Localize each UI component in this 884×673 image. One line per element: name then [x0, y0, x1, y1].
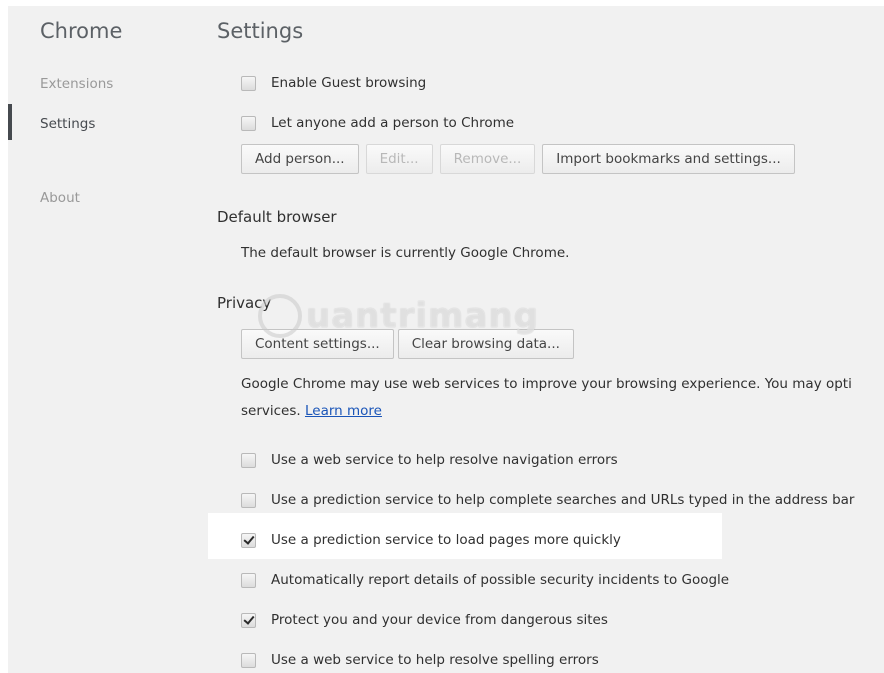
safe-browsing-checkbox[interactable]	[241, 612, 256, 628]
spelling-service-checkbox[interactable]	[241, 652, 256, 668]
page-prediction-checkbox[interactable]	[241, 532, 256, 548]
guest-browsing-checkbox[interactable]	[241, 75, 256, 91]
security-report-checkbox[interactable]	[241, 572, 256, 588]
spelling-service-label: Use a web service to help resolve spelli…	[271, 652, 599, 668]
privacy-option[interactable]: Use a prediction service to load pages m…	[241, 532, 621, 548]
add-person-anyone-label: Let anyone add a person to Chrome	[271, 115, 515, 131]
active-nav-indicator	[8, 104, 12, 140]
nav-errors-checkbox[interactable]	[241, 452, 256, 468]
screenshot-frame: Chrome Extensions Settings About Setting…	[0, 0, 884, 673]
privacy-option[interactable]: Use a prediction service to help complet…	[241, 492, 854, 508]
sidebar-item-about[interactable]: About	[40, 190, 80, 206]
content-settings-button[interactable]: Content settings...	[241, 329, 394, 359]
import-bookmarks-button[interactable]: Import bookmarks and settings...	[542, 144, 795, 174]
security-report-label: Automatically report details of possible…	[271, 572, 730, 588]
sidebar: Chrome Extensions Settings About	[8, 6, 188, 673]
privacy-option[interactable]: Use a web service to help resolve spelli…	[241, 652, 599, 668]
page-prediction-label: Use a prediction service to load pages m…	[271, 532, 621, 548]
app-title: Chrome	[40, 19, 123, 43]
privacy-description: Google Chrome may use web services to im…	[241, 376, 852, 392]
page-title: Settings	[217, 19, 304, 43]
sidebar-item-extensions[interactable]: Extensions	[40, 76, 113, 92]
privacy-option[interactable]: Use a web service to help resolve naviga…	[241, 452, 618, 468]
search-prediction-checkbox[interactable]	[241, 492, 256, 508]
privacy-button-row: Content settings... Clear browsing data.…	[241, 329, 574, 359]
safe-browsing-label: Protect you and your device from dangero…	[271, 612, 608, 628]
edit-person-button[interactable]: Edit...	[365, 144, 433, 174]
people-button-row: Add person... Edit... Remove... Import b…	[241, 144, 795, 174]
learn-more-link[interactable]: Learn more	[305, 403, 382, 419]
privacy-description-services: services.	[241, 403, 301, 419]
chrome-settings-window: Chrome Extensions Settings About Setting…	[8, 6, 884, 673]
add-person-anyone-option[interactable]: Let anyone add a person to Chrome	[241, 115, 514, 131]
guest-browsing-option[interactable]: Enable Guest browsing	[241, 75, 426, 91]
privacy-heading: Privacy	[217, 294, 272, 312]
default-browser-heading: Default browser	[217, 208, 337, 226]
clear-browsing-data-button[interactable]: Clear browsing data...	[397, 329, 574, 359]
nav-errors-label: Use a web service to help resolve naviga…	[271, 452, 618, 468]
add-person-anyone-checkbox[interactable]	[241, 115, 256, 131]
privacy-description-line2: services. Learn more	[241, 398, 382, 425]
default-browser-status: The default browser is currently Google …	[241, 245, 570, 261]
guest-browsing-label: Enable Guest browsing	[271, 75, 427, 91]
search-prediction-label: Use a prediction service to help complet…	[271, 492, 855, 508]
sidebar-item-settings[interactable]: Settings	[40, 116, 95, 132]
remove-person-button[interactable]: Remove...	[439, 144, 536, 174]
add-person-button[interactable]: Add person...	[241, 144, 359, 174]
privacy-option[interactable]: Automatically report details of possible…	[241, 572, 729, 588]
privacy-option[interactable]: Protect you and your device from dangero…	[241, 612, 608, 628]
